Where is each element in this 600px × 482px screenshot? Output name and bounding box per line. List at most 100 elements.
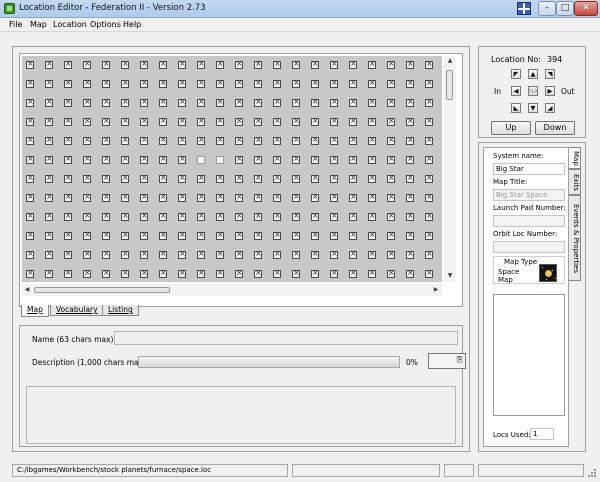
tab-listing[interactable]: Listing bbox=[102, 305, 139, 316]
map-cell[interactable] bbox=[387, 78, 395, 88]
side-tab-exits[interactable]: Exits bbox=[569, 169, 581, 195]
map-cell[interactable] bbox=[178, 268, 186, 278]
map-cell[interactable] bbox=[121, 78, 129, 88]
map-cell[interactable] bbox=[64, 249, 72, 259]
map-cell[interactable] bbox=[292, 59, 300, 69]
map-cell[interactable] bbox=[45, 116, 53, 126]
map-cell[interactable] bbox=[235, 230, 243, 240]
map-cell[interactable] bbox=[197, 211, 205, 221]
map-cell[interactable] bbox=[45, 268, 53, 278]
map-cell[interactable] bbox=[368, 135, 376, 145]
map-cell[interactable] bbox=[140, 154, 148, 164]
map-cell[interactable] bbox=[83, 116, 91, 126]
map-cell[interactable] bbox=[273, 116, 281, 126]
map-cell[interactable] bbox=[178, 230, 186, 240]
map-cell[interactable] bbox=[273, 97, 281, 107]
map-cell[interactable] bbox=[26, 268, 34, 278]
map-cell[interactable] bbox=[83, 211, 91, 221]
map-cell[interactable] bbox=[387, 249, 395, 259]
map-cell[interactable] bbox=[216, 211, 224, 221]
map-cell[interactable] bbox=[45, 211, 53, 221]
map-cell[interactable] bbox=[159, 154, 167, 164]
map-cell[interactable] bbox=[254, 230, 262, 240]
map-cell[interactable] bbox=[254, 97, 262, 107]
n-arrow-icon[interactable]: ▲ bbox=[528, 69, 538, 79]
map-cell[interactable] bbox=[368, 211, 376, 221]
map-cell[interactable] bbox=[64, 230, 72, 240]
map-cell-empty[interactable] bbox=[197, 156, 205, 164]
menu-location[interactable]: Location bbox=[53, 20, 87, 29]
map-cell[interactable] bbox=[121, 230, 129, 240]
scroll-down-icon[interactable]: ▼ bbox=[446, 272, 454, 280]
map-cell[interactable] bbox=[45, 230, 53, 240]
map-cell[interactable] bbox=[102, 192, 110, 202]
map-cell[interactable] bbox=[425, 192, 433, 202]
map-cell[interactable] bbox=[349, 154, 357, 164]
e-arrow-icon[interactable]: ▶ bbox=[545, 86, 555, 96]
map-cell[interactable] bbox=[197, 59, 205, 69]
map-cell[interactable] bbox=[330, 268, 338, 278]
map-cell[interactable] bbox=[368, 249, 376, 259]
map-cell[interactable] bbox=[197, 268, 205, 278]
map-cell[interactable] bbox=[292, 116, 300, 126]
map-cell[interactable] bbox=[235, 249, 243, 259]
map-cell[interactable] bbox=[349, 173, 357, 183]
map-cell[interactable] bbox=[330, 192, 338, 202]
map-cell[interactable] bbox=[121, 211, 129, 221]
map-cell[interactable] bbox=[197, 249, 205, 259]
map-cell[interactable] bbox=[159, 97, 167, 107]
map-cell[interactable] bbox=[292, 211, 300, 221]
map-cell[interactable] bbox=[216, 116, 224, 126]
map-cell[interactable] bbox=[406, 230, 414, 240]
close-button[interactable]: ✕ bbox=[574, 1, 598, 16]
map-cell[interactable] bbox=[273, 268, 281, 278]
map-cell[interactable] bbox=[406, 78, 414, 88]
system-name-input[interactable]: Big Star bbox=[493, 163, 565, 175]
map-cell[interactable] bbox=[387, 135, 395, 145]
map-cell[interactable] bbox=[330, 97, 338, 107]
map-cell[interactable] bbox=[235, 116, 243, 126]
map-cell[interactable] bbox=[254, 78, 262, 88]
map-cell[interactable] bbox=[311, 154, 319, 164]
map-cell[interactable] bbox=[45, 59, 53, 69]
map-cell[interactable] bbox=[292, 268, 300, 278]
map-cell[interactable] bbox=[368, 173, 376, 183]
down-button[interactable]: Down bbox=[535, 121, 575, 135]
map-cell[interactable] bbox=[368, 97, 376, 107]
map-cell[interactable] bbox=[159, 192, 167, 202]
map-cell[interactable] bbox=[273, 249, 281, 259]
map-cell[interactable] bbox=[235, 154, 243, 164]
map-cell[interactable] bbox=[140, 78, 148, 88]
map-cell[interactable] bbox=[387, 97, 395, 107]
map-cell[interactable] bbox=[330, 230, 338, 240]
map-cell[interactable] bbox=[140, 268, 148, 278]
vertical-scroll-thumb[interactable] bbox=[446, 70, 453, 100]
sw-arrow-icon[interactable]: ◣ bbox=[511, 103, 521, 113]
map-cell[interactable] bbox=[178, 116, 186, 126]
map-cell[interactable] bbox=[330, 154, 338, 164]
map-cell[interactable] bbox=[216, 97, 224, 107]
map-cell[interactable] bbox=[311, 192, 319, 202]
map-cell-empty[interactable] bbox=[216, 156, 224, 164]
map-cell[interactable] bbox=[425, 230, 433, 240]
map-cell[interactable] bbox=[368, 116, 376, 126]
map-cell[interactable] bbox=[45, 173, 53, 183]
map-cell[interactable] bbox=[64, 97, 72, 107]
map-cell[interactable] bbox=[368, 192, 376, 202]
menu-file[interactable]: File bbox=[9, 20, 22, 29]
map-cell[interactable] bbox=[121, 97, 129, 107]
map-cell[interactable] bbox=[140, 116, 148, 126]
map-cell[interactable] bbox=[368, 59, 376, 69]
map-cell[interactable] bbox=[83, 78, 91, 88]
map-cell[interactable] bbox=[216, 230, 224, 240]
map-cell[interactable] bbox=[102, 173, 110, 183]
map-cell[interactable] bbox=[64, 135, 72, 145]
map-cell[interactable] bbox=[311, 268, 319, 278]
map-cell[interactable] bbox=[45, 97, 53, 107]
map-cell[interactable] bbox=[102, 154, 110, 164]
horizontal-scroll-thumb[interactable] bbox=[34, 287, 170, 293]
map-cell[interactable] bbox=[330, 135, 338, 145]
horizontal-scrollbar[interactable]: ◀ ▶ bbox=[22, 284, 442, 296]
map-cell[interactable] bbox=[216, 268, 224, 278]
name-input[interactable] bbox=[114, 331, 458, 345]
